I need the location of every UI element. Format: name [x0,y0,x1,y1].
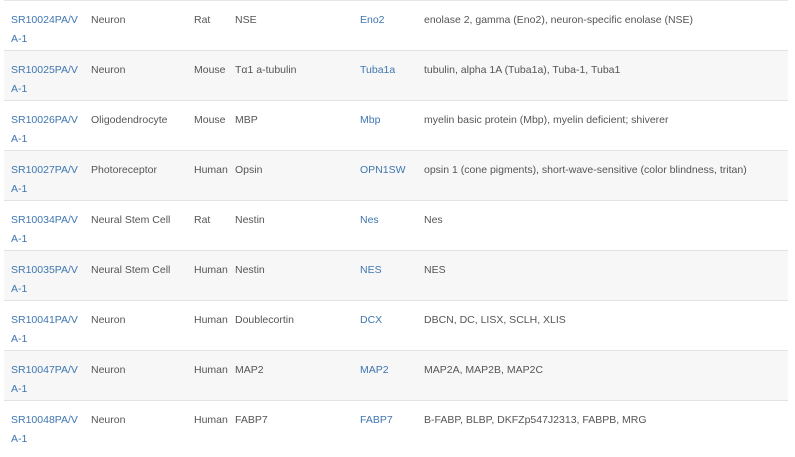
catalog-number-link[interactable]: SR10027PA/VA-1 [11,161,83,199]
table-row: SR10047PA/VA-1 Neuron Human MAP2 MAP2 MA… [4,351,788,401]
catalog-number-link[interactable]: SR10025PA/VA-1 [11,61,83,99]
gene-symbol-link[interactable]: DCX [360,311,382,330]
gene-aliases: enolase 2, gamma (Eno2), neuron-specific… [424,14,694,26]
species: Rat [194,14,211,26]
table-row: SR10041PA/VA-1 Neuron Human Doublecortin… [4,301,788,351]
table-row: SR10024PA/VA-1 Neuron Rat NSE Eno2 enola… [4,1,788,51]
gene-aliases: DBCN, DC, LISX, SCLH, XLIS [424,314,566,326]
target-marker: Nestin [235,214,265,226]
target-marker: FABP7 [235,414,268,426]
gene-symbol-link[interactable]: Mbp [360,111,380,130]
species: Mouse [194,64,226,76]
catalog-number-link[interactable]: SR10035PA/VA-1 [11,261,83,299]
catalog-number-link[interactable]: SR10048PA/VA-1 [11,411,83,449]
gene-aliases: B-FABP, BLBP, DKFZp547J2313, FABPB, MRG [424,414,647,426]
product-table: SR10024PA/VA-1 Neuron Rat NSE Eno2 enola… [4,0,788,451]
cell-type: Neuron [91,364,126,376]
cell-type: Neuron [91,14,126,26]
gene-symbol-link[interactable]: Eno2 [360,11,385,30]
gene-symbol-link[interactable]: OPN1SW [360,161,406,180]
cell-type: Neuron [91,414,126,426]
gene-aliases: tubulin, alpha 1A (Tuba1a), Tuba-1, Tuba… [424,64,621,76]
target-marker: NSE [235,14,257,26]
gene-aliases: opsin 1 (cone pigments), short-wave-sens… [424,164,747,176]
target-marker: Doublecortin [235,314,294,326]
gene-aliases: myelin basic protein (Mbp), myelin defic… [424,114,669,126]
target-marker: Nestin [235,264,265,276]
target-marker: Tα1 a-tubulin [235,64,297,76]
gene-aliases: NES [424,264,446,276]
cell-type: Neuron [91,314,126,326]
cell-type: Neuron [91,64,126,76]
species: Human [194,314,228,326]
target-marker: MBP [235,114,258,126]
gene-symbol-link[interactable]: Tuba1a [360,61,395,80]
table-row: SR10048PA/VA-1 Neuron Human FABP7 FABP7 … [4,401,788,451]
gene-symbol-link[interactable]: FABP7 [360,411,393,430]
catalog-number-link[interactable]: SR10026PA/VA-1 [11,111,83,149]
gene-symbol-link[interactable]: Nes [360,211,379,230]
cell-type: Oligodendrocyte [91,114,168,126]
gene-aliases: MAP2A, MAP2B, MAP2C [424,364,544,376]
catalog-number-link[interactable]: SR10041PA/VA-1 [11,311,83,349]
species: Mouse [194,114,226,126]
target-marker: Opsin [235,164,263,176]
table-row: SR10035PA/VA-1 Neural Stem Cell Human Ne… [4,251,788,301]
table-row: SR10034PA/VA-1 Neural Stem Cell Rat Nest… [4,201,788,251]
species: Human [194,264,228,276]
catalog-number-link[interactable]: SR10024PA/VA-1 [11,11,83,49]
table-row: SR10027PA/VA-1 Photoreceptor Human Opsin… [4,151,788,201]
table-row: SR10026PA/VA-1 Oligodendrocyte Mouse MBP… [4,101,788,151]
species: Human [194,364,228,376]
table-row: SR10025PA/VA-1 Neuron Mouse Tα1 a-tubuli… [4,51,788,101]
gene-symbol-link[interactable]: MAP2 [360,361,389,380]
cell-type: Neural Stem Cell [91,264,171,276]
catalog-number-link[interactable]: SR10034PA/VA-1 [11,211,83,249]
species: Rat [194,214,211,226]
cell-type: Neural Stem Cell [91,214,171,226]
catalog-number-link[interactable]: SR10047PA/VA-1 [11,361,83,399]
gene-symbol-link[interactable]: NES [360,261,382,280]
target-marker: MAP2 [235,364,264,376]
cell-type: Photoreceptor [91,164,157,176]
species: Human [194,164,228,176]
gene-aliases: Nes [424,214,443,226]
species: Human [194,414,228,426]
